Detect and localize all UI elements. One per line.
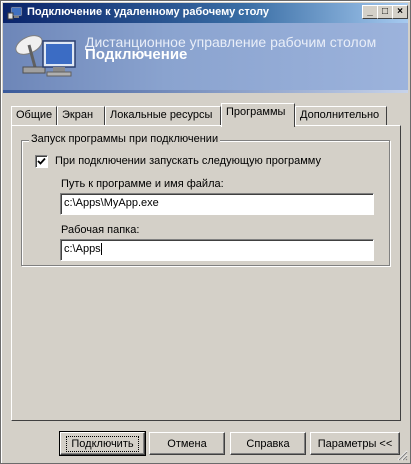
tab-advanced[interactable]: Дополнительно: [295, 106, 387, 125]
path-label: Путь к программе и имя файла:: [61, 178, 224, 190]
maximize-icon: □: [381, 6, 389, 17]
header-banner: Дистанционное управление рабочим столом …: [3, 23, 408, 93]
checkmark-icon: [37, 157, 46, 165]
options-button[interactable]: Параметры <<: [310, 432, 400, 455]
group-title: Запуск программы при подключении: [29, 133, 221, 145]
remote-desktop-icon: [7, 6, 23, 20]
working-folder-value: c:\Apps: [64, 243, 101, 255]
cancel-button[interactable]: Отмена: [149, 432, 225, 455]
programs-panel: Запуск программы при подключении При под…: [11, 125, 401, 421]
tab-display[interactable]: Экран: [57, 106, 105, 125]
tab-local-resources[interactable]: Локальные ресурсы: [105, 106, 221, 125]
connect-button[interactable]: Подключить: [59, 431, 146, 456]
title-bar[interactable]: Подключение к удаленному рабочему столу …: [3, 3, 408, 23]
help-button[interactable]: Справка: [230, 432, 306, 455]
window-title: Подключение к удаленному рабочему столу: [27, 6, 270, 18]
text-caret: [100, 243, 102, 256]
program-path-input[interactable]: c:\Apps\MyApp.exe: [60, 193, 374, 215]
connect-button-label: Подключить: [66, 435, 139, 452]
minimize-icon: _: [367, 6, 373, 17]
resize-grip-icon[interactable]: [396, 449, 408, 461]
working-folder-input[interactable]: c:\Apps: [60, 239, 374, 261]
banner-divider: [3, 90, 408, 93]
tab-general[interactable]: Общие: [11, 106, 57, 125]
maximize-button[interactable]: □: [377, 5, 393, 19]
remote-desktop-logo-icon: [15, 35, 76, 77]
minimize-button[interactable]: _: [362, 5, 378, 19]
close-icon: ×: [397, 6, 403, 17]
remote-desktop-window: Подключение к удаленному рабочему столу …: [0, 0, 411, 464]
close-button[interactable]: ×: [392, 5, 408, 19]
start-program-checkbox-label[interactable]: При подключении запускать следующую прог…: [55, 155, 321, 167]
banner-title: Подключение: [85, 46, 188, 63]
start-program-group: Запуск программы при подключении При под…: [21, 133, 390, 266]
tab-programs[interactable]: Программы: [221, 103, 295, 127]
start-program-checkbox[interactable]: [35, 155, 48, 168]
working-folder-label: Рабочая папка:: [61, 224, 140, 236]
